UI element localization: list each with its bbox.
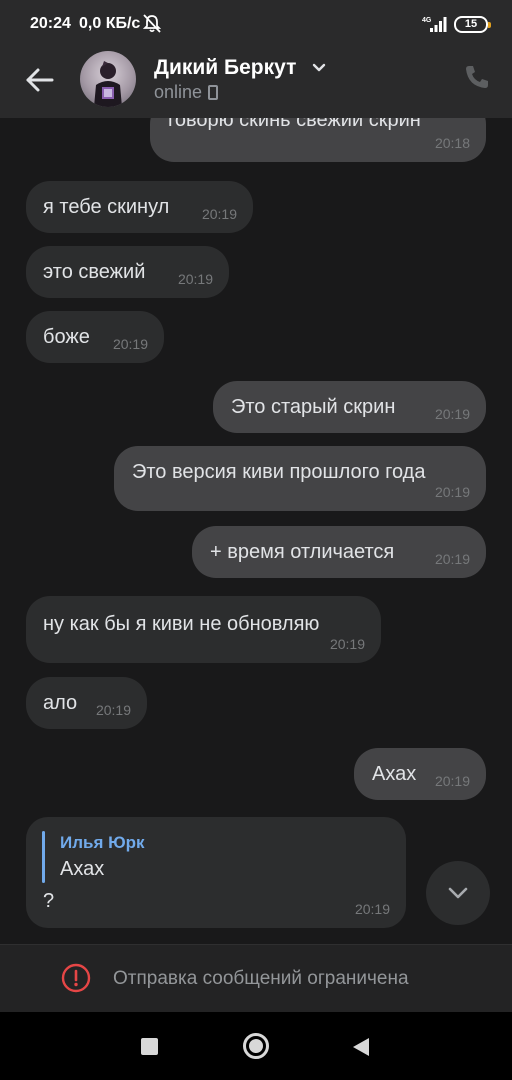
message-text: боже xyxy=(43,326,90,348)
chevron-down-icon[interactable] xyxy=(310,59,328,77)
message-text: я тебе скинул xyxy=(43,196,170,218)
status-time: 20:24 xyxy=(30,15,71,32)
message-text: ало xyxy=(43,692,78,714)
chevron-down-icon xyxy=(448,887,468,899)
message-bubble[interactable]: + время отличается 20:19 xyxy=(192,526,486,578)
message-bubble[interactable]: говорю скинь свежий скрин 20:18 xyxy=(150,118,486,162)
message-text: + время отличается xyxy=(210,541,395,563)
message-time: 20:19 xyxy=(434,484,470,500)
message-text: Это старый скрин xyxy=(231,396,396,418)
message-text: ну как бы я киви не обновляю xyxy=(43,613,320,635)
back-arrow-icon[interactable] xyxy=(22,62,58,98)
battery-level: 15 xyxy=(464,18,478,30)
status-network-speed: 0,0 КБ/с xyxy=(79,15,141,32)
message-text: ? xyxy=(43,890,55,912)
restriction-text: Отправка сообщений ограничена xyxy=(113,968,409,989)
mute-bell-icon xyxy=(143,14,161,33)
mobile-device-icon xyxy=(208,85,219,100)
recents-square-icon[interactable] xyxy=(141,1038,158,1055)
message-time: 20:19 xyxy=(354,901,390,917)
message-bubble[interactable]: Это старый скрин 20:19 xyxy=(213,381,486,433)
message-bubble[interactable]: ало 20:19 xyxy=(26,677,147,729)
contact-status-text: online xyxy=(154,82,203,102)
message-time: 20:19 xyxy=(201,206,237,222)
signal-icon: 4G xyxy=(422,17,447,32)
reply-author[interactable]: Илья Юрк xyxy=(60,831,145,855)
message-bubble[interactable]: я тебе скинул 20:19 xyxy=(26,181,253,233)
message-list[interactable]: говорю скинь свежий скрин 20:18 я тебе с… xyxy=(0,118,512,944)
message-bubble[interactable]: Ахах 20:19 xyxy=(354,748,486,800)
battery-icon: 15 xyxy=(454,15,491,33)
message-bubble[interactable]: это свежий 20:19 xyxy=(26,246,229,298)
message-text: говорю скинь свежий скрин xyxy=(168,118,421,131)
message-time: 20:19 xyxy=(329,636,365,652)
message-time: 20:19 xyxy=(177,271,213,287)
reply-quoted-text: Ахах xyxy=(60,858,105,880)
exclamation-circle-icon xyxy=(61,963,91,993)
message-time: 20:19 xyxy=(434,773,470,789)
message-time: 20:19 xyxy=(95,702,131,718)
reply-message-bubble[interactable]: Илья Юрк Ахах ? 20:19 xyxy=(26,817,406,928)
home-circle-icon[interactable] xyxy=(243,1033,269,1059)
nav-back-triangle-icon[interactable] xyxy=(351,1036,371,1058)
message-time: 20:18 xyxy=(434,135,470,151)
status-bar: 20:24 0,0 КБ/с 4G 15 xyxy=(0,0,512,48)
network-type-label: 4G xyxy=(422,17,432,24)
messaging-restricted-banner: Отправка сообщений ограничена xyxy=(0,944,512,1012)
contact-avatar[interactable] xyxy=(80,51,136,107)
message-bubble[interactable]: боже 20:19 xyxy=(26,311,164,363)
contact-name[interactable]: Дикий Беркут xyxy=(154,56,296,80)
message-time: 20:19 xyxy=(434,406,470,422)
message-time: 20:19 xyxy=(434,551,470,567)
message-time: 20:19 xyxy=(112,336,148,352)
phone-icon[interactable] xyxy=(462,62,492,92)
reply-quote-bar xyxy=(42,831,45,883)
message-bubble[interactable]: Это версия киви прошлого года 20:19 xyxy=(114,446,486,511)
message-text: Ахах xyxy=(372,763,417,785)
scroll-down-button[interactable] xyxy=(426,861,490,925)
chat-header: Дикий Беркут online xyxy=(0,48,512,118)
contact-status: online xyxy=(154,82,219,103)
message-text: Это версия киви прошлого года xyxy=(132,461,426,483)
status-indicators: 4G 15 xyxy=(422,14,491,34)
message-bubble[interactable]: ну как бы я киви не обновляю 20:19 xyxy=(26,596,381,663)
message-text: это свежий xyxy=(43,261,146,283)
system-navigation-bar xyxy=(0,1012,512,1080)
